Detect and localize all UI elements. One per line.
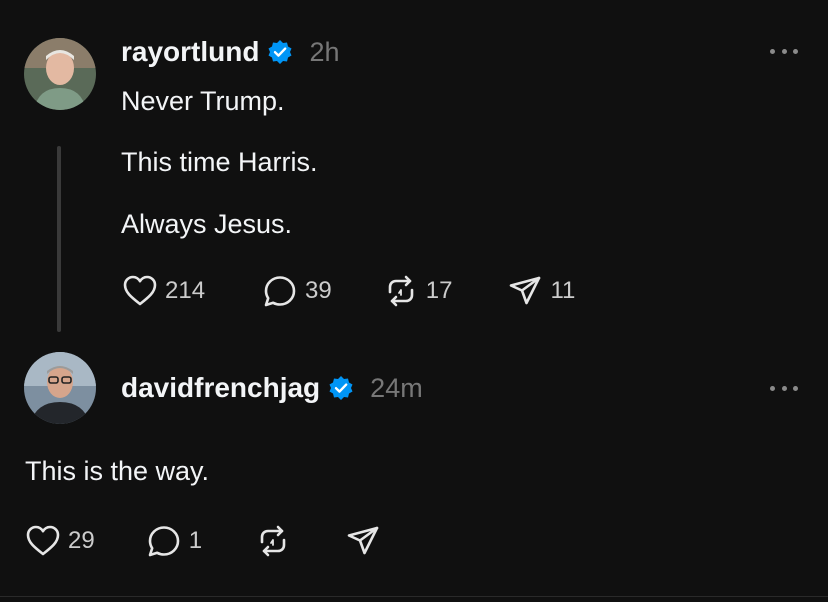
comment-icon — [264, 276, 296, 307]
repost-button[interactable] — [254, 522, 292, 560]
username[interactable]: davidfrenchjag — [121, 372, 320, 404]
username[interactable]: rayortlund — [121, 36, 259, 68]
repost-count: 17 — [425, 277, 453, 304]
more-icon[interactable] — [770, 46, 798, 56]
like-button[interactable]: 29 — [24, 522, 95, 560]
post-actions: 29 1 — [24, 522, 382, 560]
post-actions: 214 39 17 11 — [121, 272, 575, 310]
post-text-line-3: Always Jesus. — [121, 209, 293, 239]
reply-button[interactable]: 1 — [145, 522, 202, 560]
avatar-photo-icon — [24, 38, 96, 110]
like-button[interactable]: 214 — [121, 272, 205, 310]
share-button[interactable] — [344, 522, 382, 560]
post-header: rayortlund 2h — [121, 34, 340, 70]
like-count: 214 — [165, 277, 206, 304]
post-header: davidfrenchjag 24m — [121, 370, 423, 406]
share-button[interactable]: 11 — [506, 272, 575, 310]
avatar-photo-icon — [24, 352, 96, 424]
verified-badge-icon — [268, 40, 292, 64]
more-icon[interactable] — [770, 383, 798, 393]
post-rayortlund: rayortlund 2h Never Trump. This time Har… — [0, 0, 828, 340]
like-count: 29 — [68, 527, 95, 554]
send-icon — [347, 526, 379, 555]
reply-count: 39 — [305, 277, 332, 304]
post-davidfrenchjag: davidfrenchjag 24m This is the way. 29 1 — [0, 340, 828, 596]
send-icon — [510, 276, 541, 305]
avatar-rayortlund[interactable] — [24, 38, 96, 110]
avatar-davidfrenchjag[interactable] — [24, 352, 96, 424]
repost-button[interactable]: 17 — [382, 272, 453, 310]
verified-badge-icon — [329, 376, 353, 400]
heart-icon — [123, 275, 157, 306]
share-count: 11 — [550, 277, 576, 304]
thread-line — [57, 146, 61, 332]
divider — [0, 596, 828, 597]
repost-icon — [260, 525, 286, 557]
post-text-line-1: Never Trump. — [121, 86, 285, 116]
post-text-line-2: This time Harris. — [121, 147, 318, 177]
post-text-line-1: This is the way. — [25, 456, 210, 486]
repost-icon — [388, 275, 414, 307]
post-time: 2h — [309, 36, 340, 67]
heart-icon — [26, 525, 60, 556]
post-time: 24m — [370, 372, 423, 403]
reply-count: 1 — [188, 527, 203, 554]
comment-icon — [148, 526, 180, 557]
reply-button[interactable]: 39 — [261, 272, 332, 310]
